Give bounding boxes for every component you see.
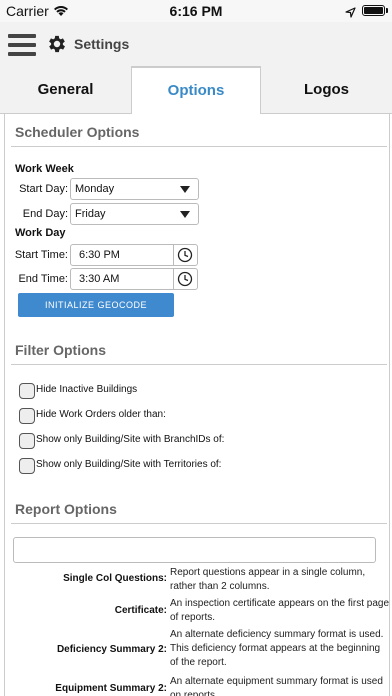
tab-options[interactable]: Options (131, 66, 261, 115)
end-time-label: End Time: (18, 273, 68, 285)
battery-tip (386, 8, 388, 13)
checkbox[interactable] (19, 383, 35, 399)
report-option-label: Equipment Summary 2: (55, 683, 167, 694)
clock-time: 6:16 PM (169, 3, 223, 19)
tab-logos[interactable]: Logos (261, 66, 392, 114)
end-day-value: Friday (75, 208, 106, 220)
work-week-label: Work Week (15, 163, 74, 175)
report-option-label: Deficiency Summary 2: (56, 644, 167, 655)
start-time-label: Start Time: (14, 249, 68, 261)
app-header: Settings (0, 22, 392, 66)
checkbox-label: Show only Building/Site with Territories… (36, 459, 222, 470)
checkbox-label: Hide Inactive Buildings (36, 384, 138, 395)
start-day-value: Monday (75, 183, 115, 195)
end-day-select[interactable]: Friday (70, 203, 199, 225)
tab-general[interactable]: General (0, 66, 131, 114)
filter-options-heading: Filter Options (15, 342, 106, 358)
chevron-down-icon (180, 211, 190, 218)
work-day-label: Work Day (15, 227, 66, 239)
section-divider (11, 523, 387, 524)
checkbox[interactable] (19, 458, 35, 474)
start-day-select[interactable]: Monday (70, 178, 199, 200)
battery-icon (362, 5, 385, 16)
checkbox[interactable] (19, 433, 35, 449)
checkbox-label: Show only Building/Site with BranchIDs o… (36, 434, 225, 445)
section-divider (11, 364, 387, 365)
initialize-geocode-button[interactable]: INITIALIZE GEOCODE (18, 293, 174, 317)
battery-level (364, 7, 383, 14)
gear-icon (46, 33, 68, 60)
page-title: Settings (74, 36, 130, 52)
start-time-input[interactable]: 6:30 PM (70, 244, 174, 266)
report-option-label: Certificate: (114, 605, 167, 616)
start-day-label: Start Day: (19, 183, 68, 195)
hamburger-menu-icon[interactable] (8, 34, 36, 56)
tab-bar: General Options Logos (0, 66, 392, 115)
end-time-input[interactable]: 3:30 AM (70, 268, 174, 290)
report-options-input[interactable] (13, 537, 376, 563)
report-option-description: Report questions appear in a single colu… (170, 567, 366, 592)
report-option-description: An inspection certificate appears on the… (170, 598, 390, 623)
report-option-description: An alternate deficiency summary format i… (170, 629, 384, 668)
chevron-down-icon (180, 186, 190, 193)
checkbox[interactable] (19, 408, 35, 424)
end-time-picker-button[interactable] (174, 268, 198, 290)
clock-icon (177, 247, 193, 263)
clock-icon (177, 271, 193, 287)
report-options-heading: Report Options (15, 501, 117, 517)
start-time-picker-button[interactable] (174, 244, 198, 266)
end-day-label: End Day: (22, 208, 68, 220)
location-arrow-icon (345, 5, 356, 23)
options-panel: Scheduler Options Work Week Start Day: M… (4, 114, 390, 696)
checkbox-label: Hide Work Orders older than: (36, 409, 166, 420)
section-divider (11, 146, 387, 147)
report-option-description: An alternate equipment summary format is… (170, 676, 383, 696)
status-bar: Carrier 6:16 PM (0, 0, 392, 22)
scheduler-options-heading: Scheduler Options (15, 124, 140, 140)
report-option-label: Single Col Questions: (63, 573, 167, 584)
